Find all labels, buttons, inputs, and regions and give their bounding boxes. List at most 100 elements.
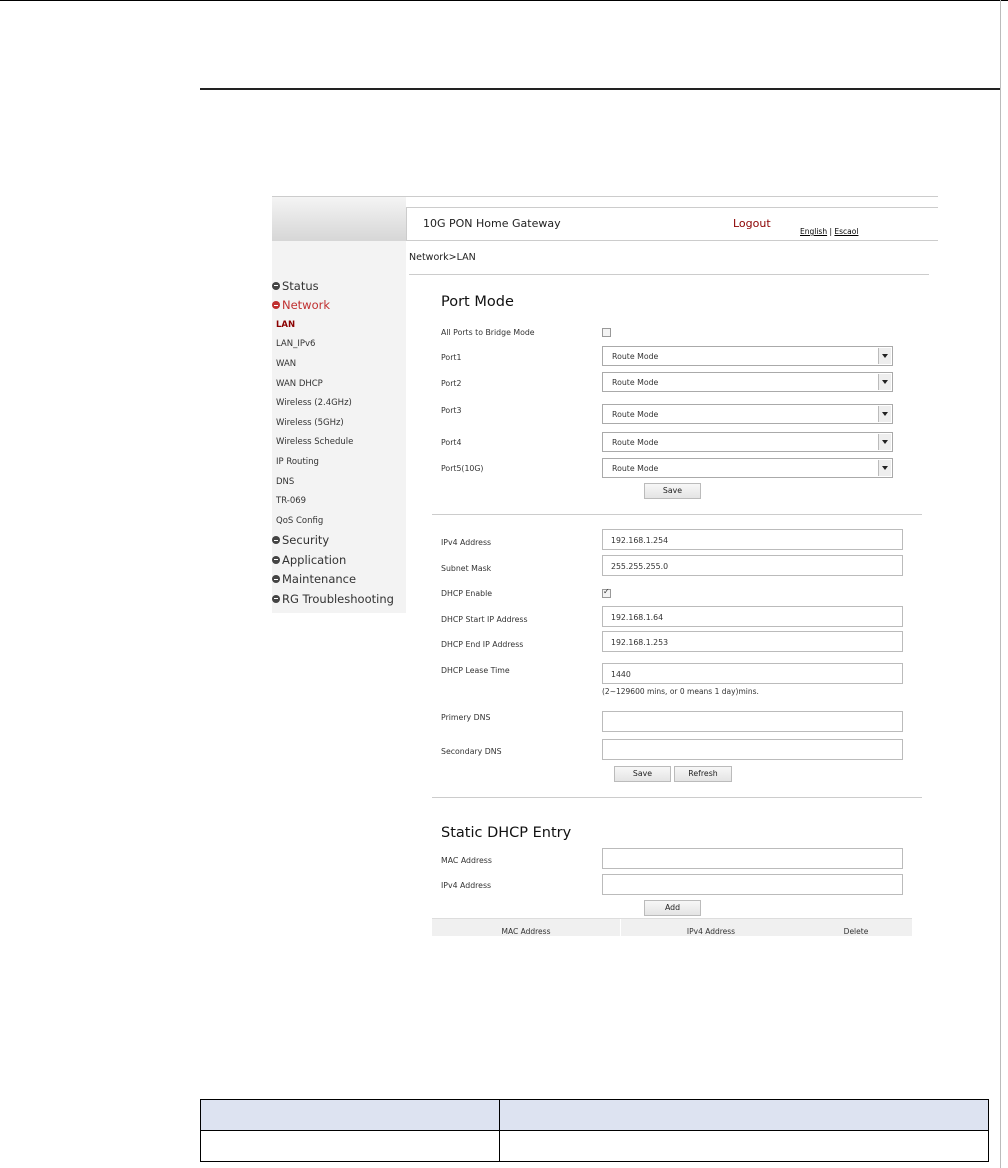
port1-value: Route Mode [612, 352, 659, 361]
port3-select[interactable]: Route Mode [602, 404, 893, 424]
port5-select[interactable]: Route Mode [602, 458, 893, 478]
nav-maintenance[interactable]: Maintenance [272, 570, 406, 590]
port4-select[interactable]: Route Mode [602, 432, 893, 452]
expand-plus-icon [272, 555, 280, 564]
breadcrumb: Network>LAN [409, 252, 476, 263]
nav-network-label: Network [282, 298, 331, 313]
ipv4-address-field[interactable]: 192.168.1.254 [602, 529, 903, 550]
nav-security-label: Security [282, 533, 330, 548]
lease-time-hint: (2~129600 mins, or 0 means 1 day)mins. [602, 687, 759, 696]
port3-value: Route Mode [612, 410, 659, 419]
sidebar-header [272, 197, 406, 241]
dhcp-enable-checkbox[interactable] [602, 587, 611, 598]
table-header-row [200, 1099, 989, 1131]
primary-dns-field[interactable] [602, 711, 903, 732]
chevron-down-icon [878, 460, 891, 476]
page-top-rule [0, 0, 1008, 1]
sidebar-item-wan-dhcp[interactable]: WAN DHCP [272, 374, 406, 394]
port2-label: Port2 [441, 379, 462, 388]
lang-english-link[interactable]: English [800, 227, 827, 236]
sidebar-item-lan-ipv6[interactable]: LAN_IPv6 [272, 335, 406, 355]
sidebar-item-wan[interactable]: WAN [272, 354, 406, 374]
expand-plus-icon [272, 575, 280, 584]
page-side-rule [1000, 0, 1001, 1168]
nav-troubleshooting-label: RG Troubleshooting [282, 591, 394, 606]
table-row [200, 1130, 989, 1162]
bridge-mode-label: All Ports to Bridge Mode [441, 328, 535, 337]
port1-select[interactable]: Route Mode [602, 346, 893, 366]
dhcp-lease-label: DHCP Lease Time [441, 666, 510, 675]
column-delete: Delete [843, 927, 869, 936]
port5-label: Port5(10G) [441, 464, 484, 473]
static-ip-label: IPv4 Address [441, 881, 492, 890]
port2-value: Route Mode [612, 378, 659, 387]
secondary-dns-label: Secondary DNS [441, 747, 502, 756]
ipv4-address-label: IPv4 Address [441, 538, 492, 547]
table-cell [499, 1130, 989, 1162]
subnet-mask-field[interactable]: 255.255.255.0 [602, 555, 903, 576]
port4-value: Route Mode [612, 438, 659, 447]
sidebar-item-ip-routing[interactable]: IP Routing [272, 452, 406, 472]
sidebar-item-wireless-24[interactable]: Wireless (2.4GHz) [272, 393, 406, 413]
nav-security[interactable]: Security [272, 531, 406, 551]
brand-title: 10G PON Home Gateway [423, 217, 561, 230]
nav-troubleshooting[interactable]: RG Troubleshooting [272, 589, 406, 609]
chevron-down-icon [878, 434, 891, 450]
dhcp-enable-label: DHCP Enable [441, 589, 493, 598]
subnet-mask-label: Subnet Mask [441, 564, 492, 573]
document-header-rule [200, 88, 1000, 90]
sidebar-item-qos[interactable]: QoS Config [272, 511, 406, 531]
breadcrumb-divider [409, 274, 929, 275]
expand-plus-icon [272, 594, 280, 603]
lan-refresh-button[interactable]: Refresh [674, 766, 732, 782]
lan-save-button[interactable]: Save [614, 766, 671, 782]
port2-select[interactable]: Route Mode [602, 372, 893, 392]
static-ip-field[interactable] [602, 874, 903, 895]
section-divider [432, 797, 922, 798]
nav-application[interactable]: Application [272, 550, 406, 570]
add-entry-button[interactable]: Add [644, 900, 701, 916]
column-mac-address: MAC Address [501, 927, 551, 936]
port-mode-save-button[interactable]: Save [644, 483, 701, 499]
dhcp-end-field[interactable]: 192.168.1.253 [602, 631, 903, 652]
dhcp-start-label: DHCP Start IP Address [441, 615, 528, 624]
port4-label: Port4 [441, 438, 462, 447]
language-switch: English | Escaol [800, 227, 858, 236]
sidebar-item-dns[interactable]: DNS [272, 472, 406, 492]
primary-dns-label: Primery DNS [441, 713, 491, 722]
sidebar-item-lan[interactable]: LAN [272, 315, 406, 335]
document-parameter-table [200, 1099, 989, 1162]
section-divider [432, 514, 922, 515]
bridge-mode-checkbox[interactable] [602, 328, 611, 337]
sidebar-item-tr069[interactable]: TR-069 [272, 491, 406, 511]
sidebar-item-wireless-schedule[interactable]: Wireless Schedule [272, 433, 406, 453]
table-cell [200, 1130, 500, 1162]
static-mac-label: MAC Address [441, 856, 492, 865]
nav-status-label: Status [282, 278, 319, 293]
secondary-dns-field[interactable] [602, 739, 903, 760]
lang-spanish-link[interactable]: Escaol [834, 227, 858, 236]
static-mac-field[interactable] [602, 848, 903, 869]
top-header: 10G PON Home Gateway Logout English | Es… [406, 207, 938, 241]
nav-application-label: Application [282, 552, 347, 567]
lang-separator: | [829, 227, 833, 236]
static-dhcp-table-header: MAC Address IPv4 Address Delete [432, 918, 912, 936]
dhcp-start-field[interactable]: 192.168.1.64 [602, 606, 903, 627]
port5-value: Route Mode [612, 464, 659, 473]
nav-network[interactable]: Network [272, 296, 406, 316]
port-mode-title: Port Mode [441, 294, 514, 310]
sidebar-nav: Status Network LAN LAN_IPv6 WAN WAN DHCP… [272, 276, 406, 609]
nav-maintenance-label: Maintenance [282, 572, 357, 587]
sidebar-item-wireless-5[interactable]: Wireless (5GHz) [272, 413, 406, 433]
expand-plus-icon [272, 536, 280, 545]
logout-link[interactable]: Logout [733, 217, 771, 230]
dhcp-lease-field[interactable]: 1440 [602, 663, 903, 684]
nav-status[interactable]: Status [272, 276, 406, 296]
port1-label: Port1 [441, 353, 462, 362]
collapse-minus-icon [272, 301, 280, 310]
table-header-cell [499, 1099, 989, 1131]
chevron-down-icon [878, 348, 891, 364]
gateway-screenshot: 10G PON Home Gateway Logout English | Es… [272, 196, 938, 936]
chevron-down-icon [878, 374, 891, 390]
chevron-down-icon [878, 406, 891, 422]
